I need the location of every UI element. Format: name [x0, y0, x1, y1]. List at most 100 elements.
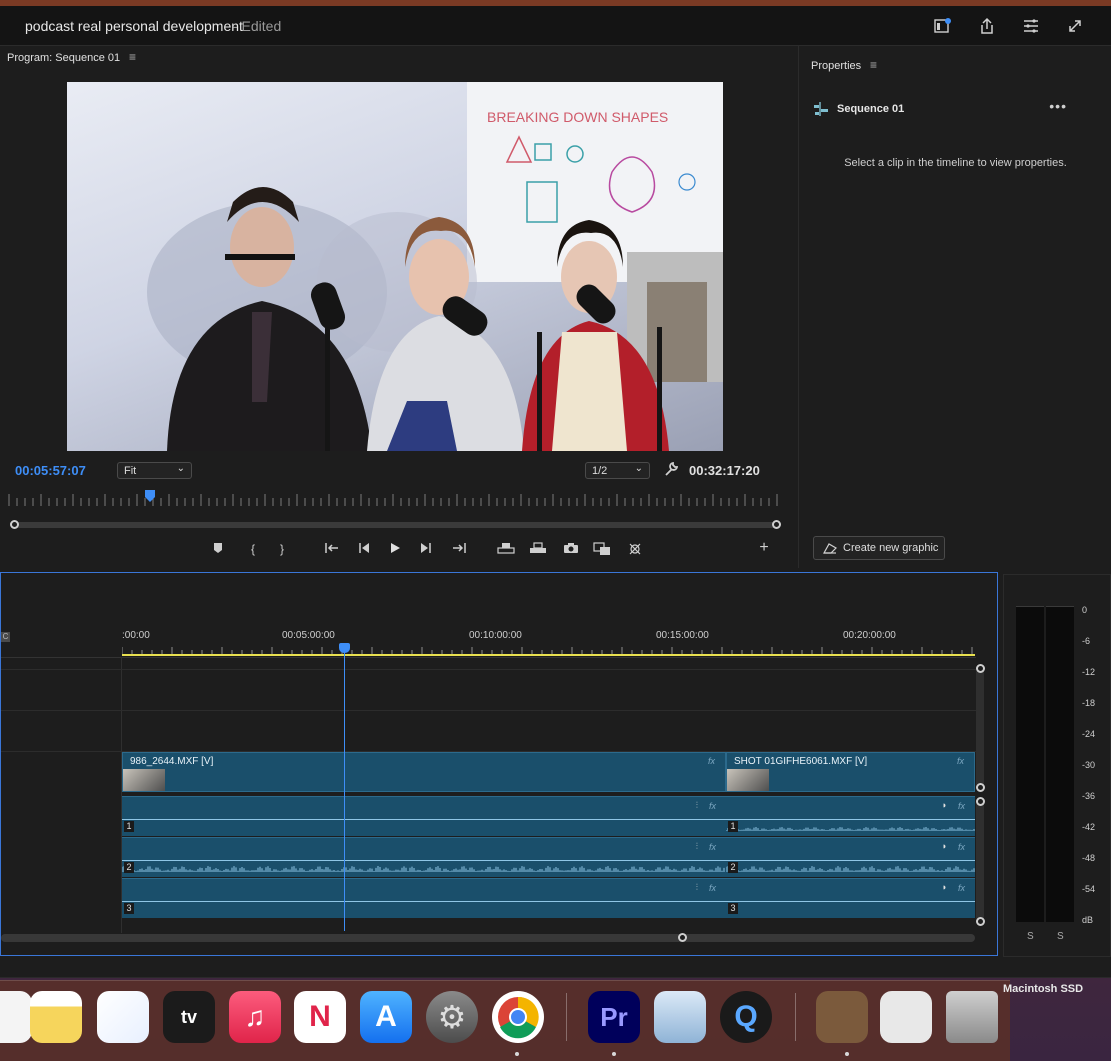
- chrome-icon[interactable]: [492, 991, 544, 1043]
- extract-icon[interactable]: [529, 542, 547, 557]
- finder-icon[interactable]: [0, 991, 32, 1043]
- program-panel-menu-icon[interactable]: ≡: [129, 50, 136, 64]
- scroll-handle[interactable]: [976, 917, 985, 926]
- audio-clip[interactable]: 2 fx ◗: [726, 837, 975, 877]
- work-area-bar[interactable]: [122, 654, 975, 656]
- horizontal-scroll-handle[interactable]: [678, 933, 687, 942]
- meter-channel-right: [1046, 606, 1074, 922]
- audio-meter-panel: 0 -6 -12 -18 -24 -30 -36 -42 -48 -54 dB S S: [1003, 574, 1111, 957]
- timeline-ruler-labels[interactable]: :00:00 00:05:00:00 00:10:00:00 00:15:00:…: [1, 630, 999, 644]
- zoom-level-select[interactable]: Fit ⌄: [117, 462, 192, 479]
- audio-tracks-scrollbar[interactable]: [976, 800, 984, 922]
- step-back-icon[interactable]: [355, 542, 373, 557]
- edited-status: - Edited: [233, 18, 282, 34]
- quicktime-icon[interactable]: Q: [720, 991, 772, 1043]
- db-scale-label: -36: [1082, 791, 1096, 801]
- button-editor-plus-icon[interactable]: +: [755, 539, 773, 557]
- lift-icon[interactable]: [497, 542, 515, 557]
- video-tracks-scrollbar[interactable]: [976, 668, 984, 790]
- more-options-icon[interactable]: •••: [1049, 98, 1067, 114]
- scroll-handle[interactable]: [976, 664, 985, 673]
- project-title: podcast real personal development: [25, 18, 243, 34]
- speech-icon: ◗: [941, 841, 947, 851]
- audio-clip[interactable]: 3 fx ◗: [726, 878, 975, 918]
- audio-clip[interactable]: 2 fx ⫶: [122, 837, 726, 877]
- video-clip[interactable]: SHOT 01GIFHE6061.MXF [V] fx: [726, 752, 975, 792]
- monitor-playhead[interactable]: [145, 490, 156, 502]
- ruler-label: 00:15:00:00: [656, 630, 709, 641]
- timeline-horizontal-scrollbar[interactable]: [1, 934, 975, 942]
- audio-waveform: [122, 879, 726, 918]
- audio-clip[interactable]: 1 fx ◗: [726, 796, 975, 836]
- news-icon[interactable]: N: [294, 991, 346, 1043]
- zoom-scroll-bar[interactable]: [14, 522, 776, 528]
- go-to-in-icon[interactable]: [323, 542, 341, 557]
- add-marker-icon[interactable]: [209, 542, 227, 557]
- sequence-duration: 00:32:17:20: [689, 463, 760, 478]
- solo-button-left[interactable]: S: [1027, 931, 1034, 942]
- db-scale-label: -24: [1082, 729, 1096, 739]
- video-clip-name: 986_2644.MXF [V]: [130, 756, 214, 767]
- clip-thumbnail: [727, 769, 769, 791]
- speech-icon: ◗: [941, 800, 947, 810]
- program-video-frame[interactable]: BREAKING DOWN SHAPES: [67, 82, 723, 451]
- settings-icon[interactable]: ⚙: [426, 991, 478, 1043]
- share-icon[interactable]: [977, 16, 997, 36]
- video-clip[interactable]: 986_2644.MXF [V] fx: [122, 752, 726, 792]
- preview-icon[interactable]: [654, 991, 706, 1043]
- audio-channel-number: 3: [728, 903, 738, 914]
- fx-badge: fx: [707, 756, 715, 766]
- mark-out-icon[interactable]: }: [273, 542, 291, 556]
- program-monitor-title: Program: Sequence 01: [7, 52, 121, 64]
- wrench-icon[interactable]: [663, 461, 679, 480]
- go-to-out-icon[interactable]: [450, 542, 468, 557]
- fullscreen-icon[interactable]: [1065, 16, 1085, 36]
- step-forward-icon[interactable]: [417, 542, 435, 557]
- audio-clip[interactable]: 3 fx ⫶: [122, 878, 726, 918]
- appstore-icon[interactable]: A: [360, 991, 412, 1043]
- audio-clip[interactable]: 1 fx ⫶: [122, 796, 726, 836]
- graphic-pen-icon: [822, 542, 837, 557]
- solo-button-right[interactable]: S: [1057, 931, 1064, 942]
- current-timecode[interactable]: 00:05:57:07: [15, 463, 86, 478]
- play-icon[interactable]: [386, 542, 404, 557]
- fx-badge: fx: [957, 801, 965, 811]
- running-indicator: [515, 1052, 519, 1056]
- premiere-icon[interactable]: Pr: [588, 991, 640, 1043]
- quick-export-panel-icon[interactable]: [933, 16, 953, 36]
- freeform-icon[interactable]: [97, 991, 149, 1043]
- comparison-view-icon[interactable]: [593, 542, 611, 559]
- properties-panel-menu-icon[interactable]: ≡: [870, 58, 877, 72]
- appletv-icon[interactable]: tv: [163, 991, 215, 1043]
- timeline-playhead-line[interactable]: [344, 648, 345, 931]
- chevron-down-icon: ⌄: [634, 463, 643, 474]
- audio-waveform: [122, 866, 725, 872]
- timeline-playhead-handle[interactable]: [339, 643, 350, 653]
- notes-icon[interactable]: [30, 991, 82, 1043]
- track-divider: [1, 657, 976, 658]
- export-frame-camera-icon[interactable]: [562, 542, 580, 557]
- db-scale-label: 0: [1082, 605, 1088, 615]
- trash-icon[interactable]: [946, 991, 998, 1043]
- zoom-scroll-handle-right[interactable]: [772, 520, 781, 529]
- scroll-handle[interactable]: [976, 783, 985, 792]
- dock-separator: [566, 993, 567, 1041]
- track-divider: [1, 669, 976, 670]
- scroll-handle[interactable]: [976, 797, 985, 806]
- workspaces-icon[interactable]: [1021, 16, 1041, 36]
- whiteboard-text: BREAKING DOWN SHAPES: [487, 109, 668, 125]
- properties-title: Properties: [811, 60, 862, 72]
- audio-channel-number: 2: [124, 862, 134, 873]
- ruler-label: :00:00: [122, 630, 150, 641]
- mark-in-icon[interactable]: {: [244, 542, 262, 556]
- fx-badge: fx: [708, 842, 716, 852]
- photo-thumb-icon[interactable]: [816, 991, 868, 1043]
- desktop-drive-label[interactable]: Macintosh SSD: [1003, 983, 1083, 995]
- vr-video-icon[interactable]: [626, 542, 644, 559]
- zoom-scroll-handle-left[interactable]: [10, 520, 19, 529]
- monitor-time-ruler[interactable]: [8, 494, 780, 506]
- chrome-window-icon[interactable]: [880, 991, 932, 1043]
- create-new-graphic-button[interactable]: Create new graphic: [813, 536, 945, 560]
- playback-resolution-select[interactable]: 1/2 ⌄: [585, 462, 650, 479]
- music-icon[interactable]: ♫: [229, 991, 281, 1043]
